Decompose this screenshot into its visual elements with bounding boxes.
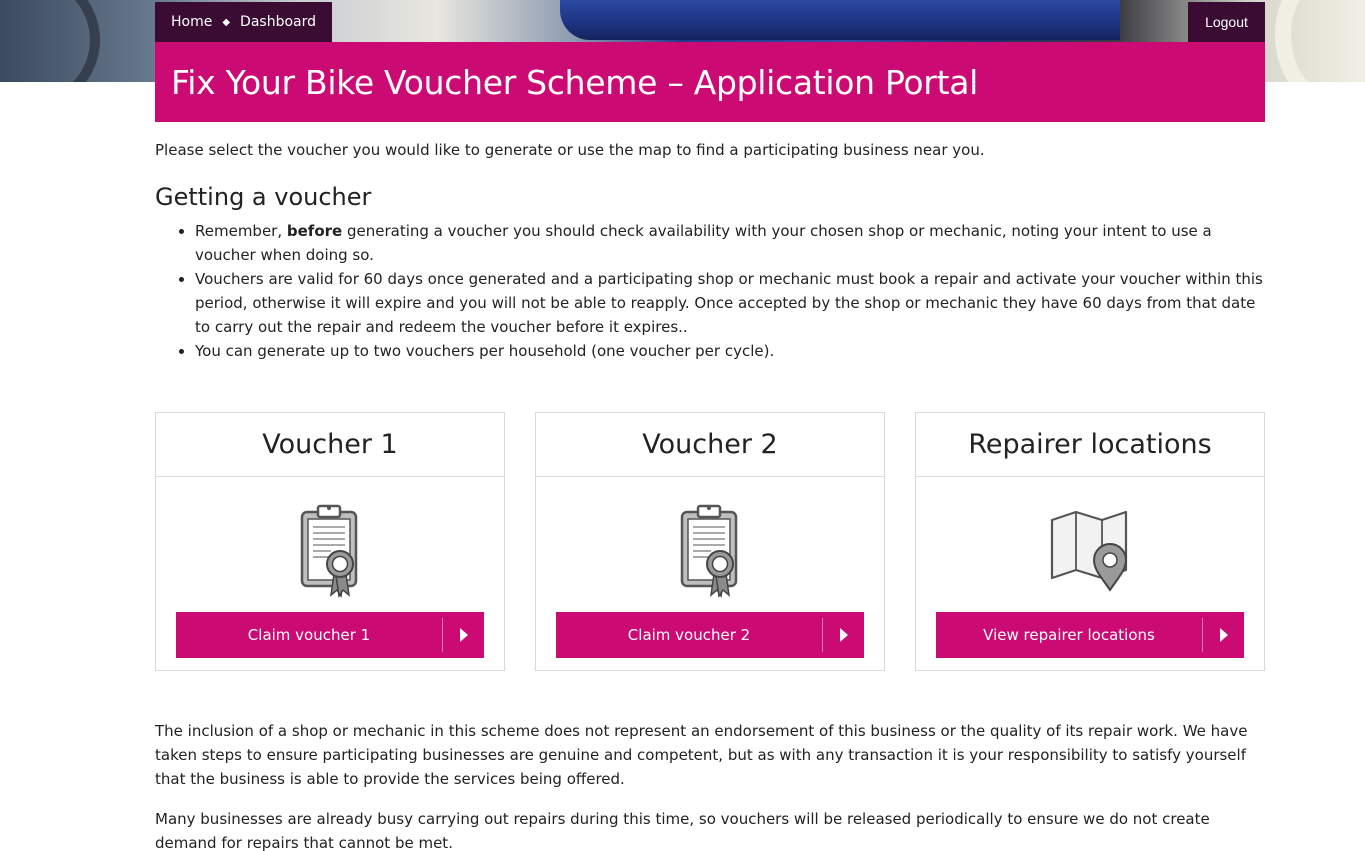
list-item: Remember, before generating a voucher yo… xyxy=(195,219,1265,267)
button-label: View repairer locations xyxy=(983,626,1155,644)
claim-voucher-2-button[interactable]: Claim voucher 2 xyxy=(556,612,864,658)
view-repairer-locations-button[interactable]: View repairer locations xyxy=(936,612,1244,658)
button-label: Claim voucher 2 xyxy=(627,626,751,644)
play-arrow-icon xyxy=(1202,618,1244,652)
card-title: Repairer locations xyxy=(916,413,1264,477)
bike-wheel-decoration xyxy=(0,0,100,82)
card-title: Voucher 1 xyxy=(156,413,504,477)
play-arrow-icon xyxy=(822,618,864,652)
breadcrumb: Home ◆ Dashboard xyxy=(155,2,333,42)
card-repairer-locations: Repairer locations View repairer locatio… xyxy=(915,412,1265,671)
breadcrumb-separator-icon: ◆ xyxy=(222,16,231,28)
page-title-bar: Fix Your Bike Voucher Scheme – Applicati… xyxy=(155,42,1265,122)
breadcrumb-home-link[interactable]: Home xyxy=(171,14,212,30)
disclaimer-paragraph: The inclusion of a shop or mechanic in t… xyxy=(155,722,1248,788)
clipboard-certificate-icon xyxy=(680,504,738,598)
button-label: Claim voucher 1 xyxy=(247,626,371,644)
main-content: Please select the voucher you would like… xyxy=(155,138,1265,363)
card-voucher-2: Voucher 2 Claim voucher 2 xyxy=(535,412,885,671)
intro-text: Please select the voucher you would like… xyxy=(155,141,985,159)
list-item: You can generate up to two vouchers per … xyxy=(195,339,1265,363)
card-title: Voucher 2 xyxy=(536,413,884,477)
voucher-cards: Voucher 1 Claim voucher 1 Voucher 2 Clai… xyxy=(155,412,1265,671)
claim-voucher-1-button[interactable]: Claim voucher 1 xyxy=(176,612,484,658)
page-title: Fix Your Bike Voucher Scheme – Applicati… xyxy=(171,62,978,102)
voucher-info-list: Remember, before generating a voucher yo… xyxy=(195,219,1265,363)
clipboard-certificate-icon xyxy=(300,504,358,598)
bike-frame-decoration xyxy=(560,0,1120,40)
disclaimer: The inclusion of a shop or mechanic in t… xyxy=(155,719,1265,851)
getting-voucher-heading: Getting a voucher xyxy=(155,183,372,211)
map-pin-icon xyxy=(1050,510,1128,592)
list-item: Vouchers are valid for 60 days once gene… xyxy=(195,267,1265,339)
card-voucher-1: Voucher 1 Claim voucher 1 xyxy=(155,412,505,671)
play-arrow-icon xyxy=(442,618,484,652)
disclaimer-paragraph: Many businesses are already busy carryin… xyxy=(155,810,1210,851)
breadcrumb-dashboard-link[interactable]: Dashboard xyxy=(240,14,316,30)
logout-button[interactable]: Logout xyxy=(1188,2,1265,42)
emphasis-before: before xyxy=(286,222,343,240)
bike-tyre-decoration xyxy=(1275,0,1365,82)
